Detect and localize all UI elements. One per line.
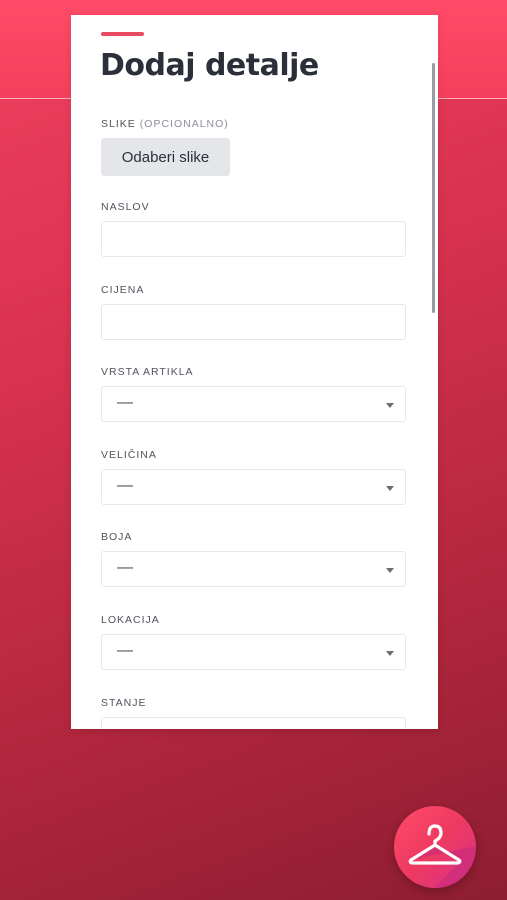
title-field-label: NASLOV	[101, 201, 150, 213]
images-label-text: SLIKE	[101, 118, 136, 130]
size-select[interactable]: —	[101, 469, 406, 505]
title-accent-bar	[101, 32, 144, 36]
choose-images-button[interactable]: Odaberi slike	[101, 138, 230, 176]
chevron-down-icon	[386, 486, 394, 491]
size-label: VELIČINA	[101, 449, 157, 461]
color-label: BOJA	[101, 531, 133, 543]
form-scrollbar[interactable]	[432, 63, 435, 313]
location-value: —	[117, 642, 133, 659]
page-title: Dodaj detalje	[100, 48, 319, 83]
item-type-label: VRSTA ARTIKLA	[101, 366, 194, 378]
chevron-down-icon	[386, 651, 394, 656]
chevron-down-icon	[386, 403, 394, 408]
hanger-fab-button[interactable]	[394, 806, 476, 888]
images-optional-text: (OPCIONALNO)	[139, 118, 229, 130]
item-type-select[interactable]: —	[101, 386, 406, 422]
title-input[interactable]	[101, 221, 406, 257]
color-select[interactable]: —	[101, 551, 406, 587]
condition-select[interactable]	[101, 717, 406, 729]
item-type-value: —	[117, 394, 133, 411]
location-label: LOKACIJA	[101, 614, 160, 626]
price-field-label: CIJENA	[101, 284, 145, 296]
add-details-form: Dodaj detalje SLIKE (OPCIONALNO) Odaberi …	[71, 15, 438, 729]
location-select[interactable]: —	[101, 634, 406, 670]
color-value: —	[117, 559, 133, 576]
hanger-icon	[408, 824, 462, 865]
condition-label: STANJE	[101, 697, 147, 709]
chevron-down-icon	[386, 568, 394, 573]
price-input[interactable]	[101, 304, 406, 340]
images-label: SLIKE (OPCIONALNO)	[101, 118, 229, 130]
size-value: —	[117, 477, 133, 494]
